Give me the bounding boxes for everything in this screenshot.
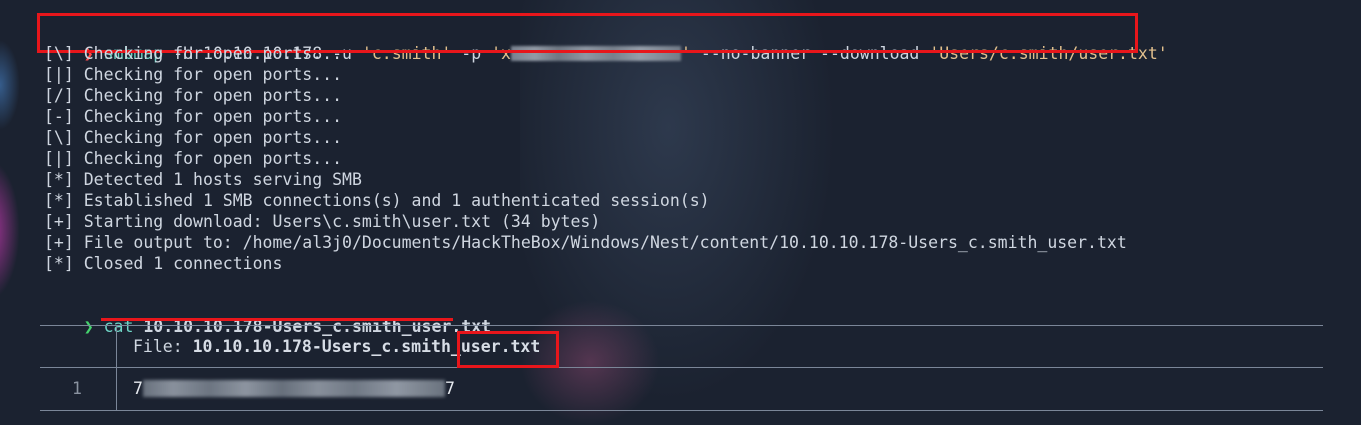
file-label: File: [133,337,193,356]
flag-last-char: 7 [444,379,455,398]
output-line: [*] Established 1 SMB connections(s) and… [44,191,710,210]
bat-gutter-separator [116,326,117,410]
output-line: [*] Detected 1 hosts serving SMB [44,170,362,189]
command-line-cat[interactable]: ❯ cat 10.10.10.178-Users_c.smith_user.tx… [44,295,491,336]
output-line: [|] Checking for open ports... [44,65,343,84]
highlight-underline-filename [101,318,453,321]
redacted-flag [142,380,445,397]
flag-first-char: 7 [133,379,143,398]
bat-border-middle [40,367,1323,368]
output-line: [+] File output to: /home/al3j0/Document… [44,233,1127,252]
output-line: [+] Starting download: Users\c.smith\use… [44,212,601,231]
output-line: [/] Checking for open ports... [44,86,343,105]
output-line: [\] Checking for open ports... [44,128,343,147]
bat-border-top [40,325,1323,326]
highlight-box-user-txt [457,331,559,368]
output-line: [*] Closed 1 connections [44,254,283,273]
file-content-line[interactable]: 77 [133,379,455,398]
line-number: 1 [72,379,82,398]
file-name-prefix: 10.10.10.178-Users_c.smith_ [192,337,461,356]
output-line: [-] Checking for open ports... [44,107,343,126]
output-line: [\] Checking for open ports... [44,44,343,63]
bat-border-bottom [40,410,1323,411]
output-line: [|] Checking for open ports... [44,149,343,168]
terminal-window[interactable]: ❯ smbmap -H 10.10.10.178 -u 'c.smith' -p… [0,0,1361,425]
prompt-arrow-icon: ❯ [83,317,94,336]
